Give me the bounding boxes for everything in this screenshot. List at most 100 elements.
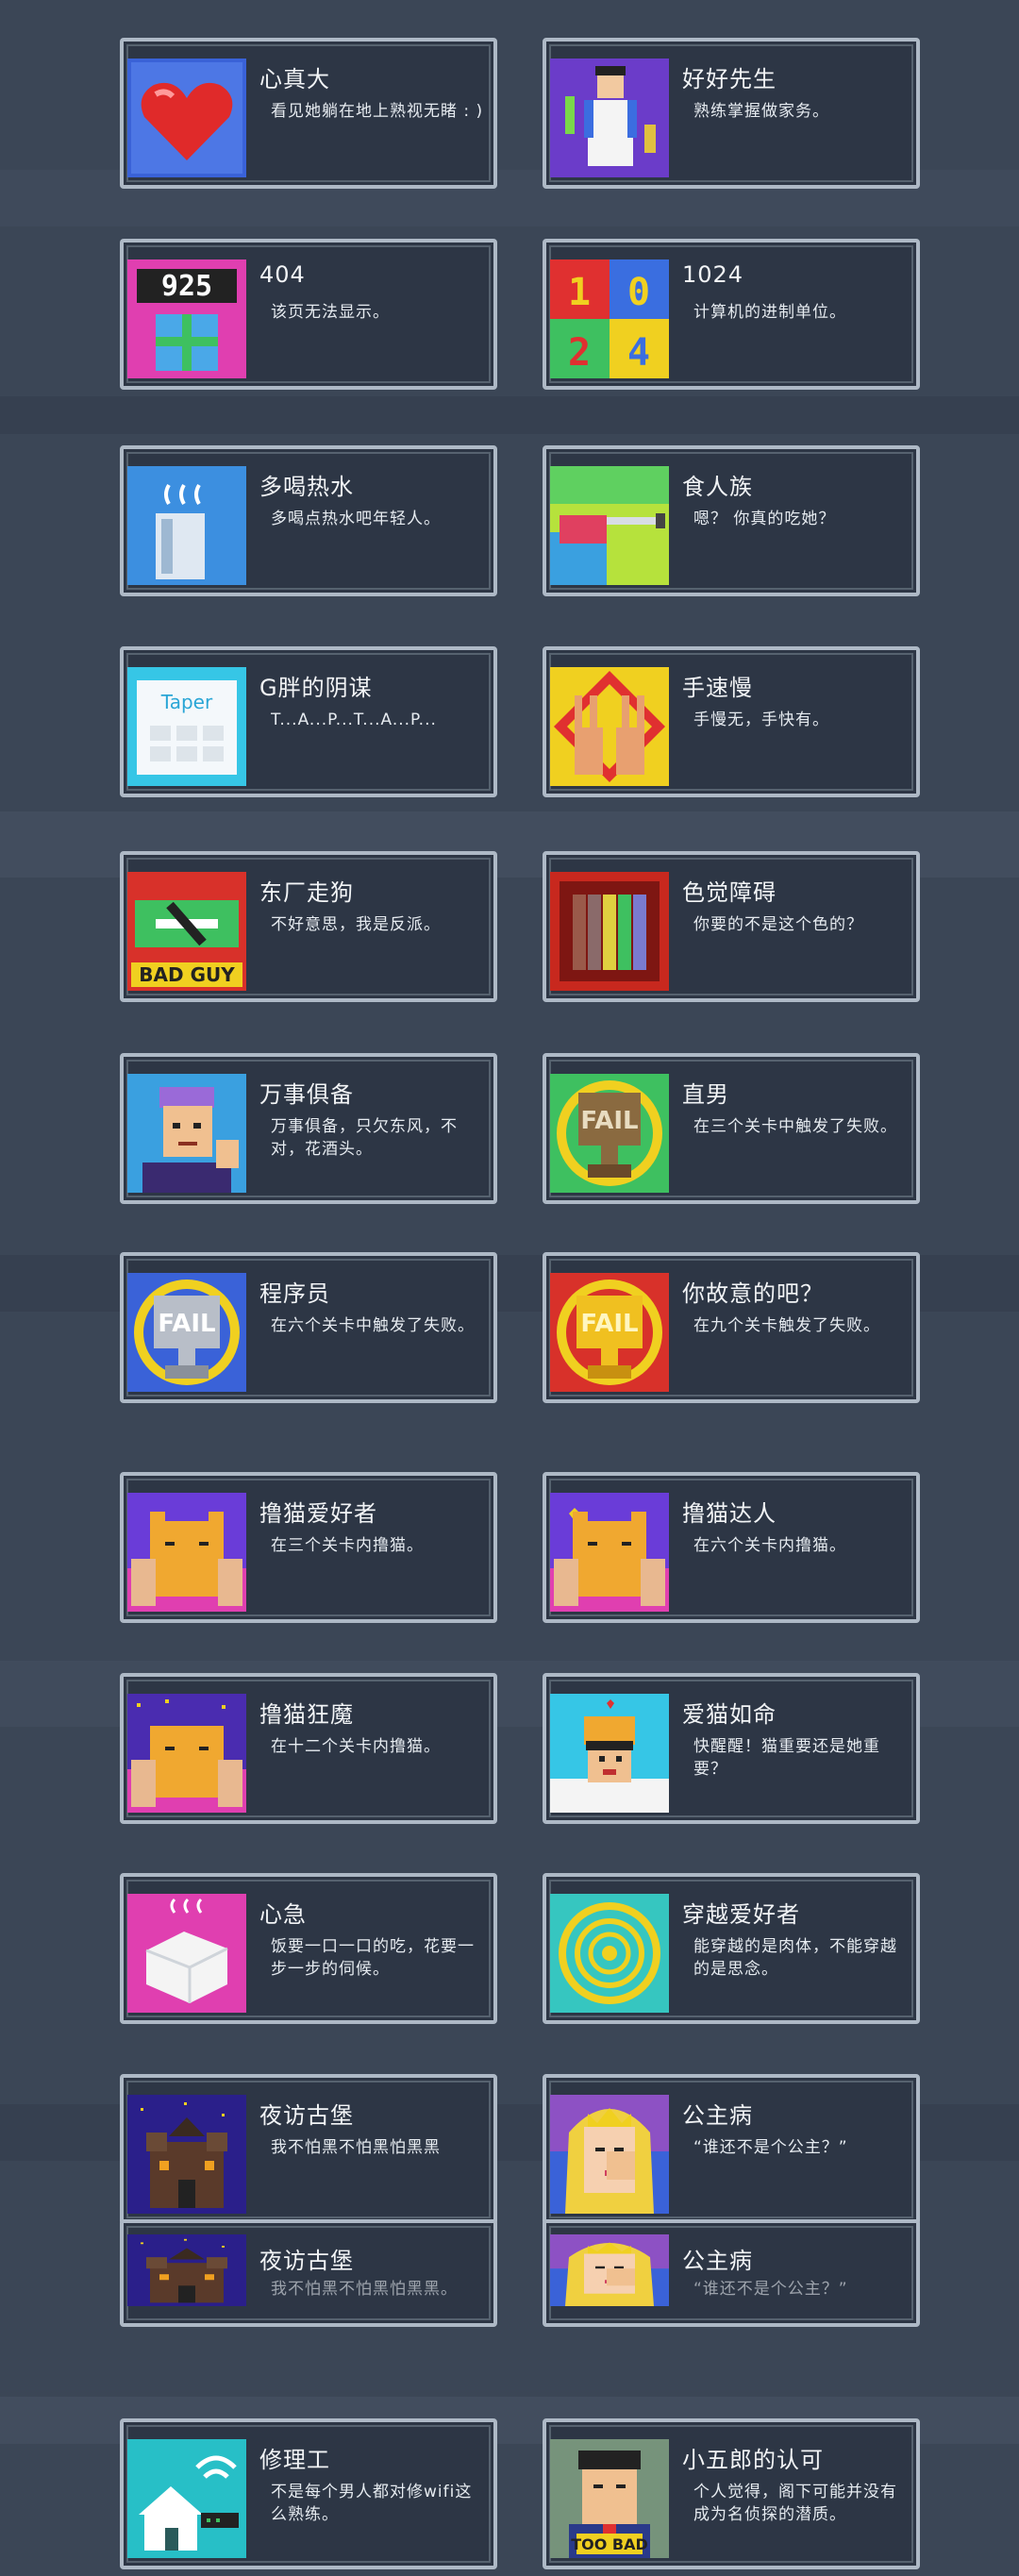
svg-text:4: 4 (627, 331, 650, 375)
achievement-description: T...A...P...T...A...P... (271, 711, 437, 729)
svg-text:0: 0 (627, 271, 650, 314)
wifi-house-icon (127, 2439, 246, 2558)
achievement-description: “谁还不是个公主？” (693, 2280, 848, 2299)
achievement-description: 看见她躺在地上熟视无睹 : ) (271, 102, 484, 121)
achievement-title: 爱猫如命 (682, 1701, 777, 1728)
castle-icon (127, 2234, 246, 2306)
achievement-title: 404 (259, 261, 306, 288)
peace-hands-icon (550, 667, 669, 786)
achievement-title: 多喝热水 (259, 474, 354, 500)
gift-925-icon: 925 (127, 259, 246, 378)
achievement-title: 夜访古堡 (259, 2248, 354, 2274)
svg-text:2: 2 (568, 331, 591, 375)
achievement-card[interactable]: 好好先生熟练掌握做家务。 (543, 38, 920, 189)
achievement-card[interactable]: 食人族 嗯？ 你真的吃她？ (543, 445, 920, 596)
achievement-description: 不好意思，我是反派。 (271, 915, 441, 934)
cat-stars-icon (127, 1694, 246, 1813)
achievement-description: 在十二个关卡内撸猫。 (271, 1737, 441, 1756)
achievement-title: 你故意的吧？ (682, 1280, 824, 1307)
taper-card-icon: Taper (127, 667, 246, 786)
achievement-card[interactable]: Taper G胖的阴谋 T...A...P...T...A...P... (120, 646, 497, 797)
achievement-description: 在三个关卡中触发了失败。 (693, 1117, 897, 1136)
color-bars-icon (550, 872, 669, 991)
achievement-description: 在六个关卡中触发了失败。 (271, 1316, 475, 1335)
knife-food-icon (550, 466, 669, 585)
silver-fail-trophy-icon: FAIL (127, 1273, 246, 1392)
achievement-title: 1024 (682, 261, 744, 288)
bronze-fail-trophy-icon: FAIL (550, 1074, 669, 1193)
achievement-card[interactable]: 穿越爱好者能穿越的是肉体，不能穿越的是思念。 (543, 1873, 920, 2024)
achievement-card[interactable]: 心真大看见她躺在地上熟视无睹 : ) (120, 38, 497, 189)
achievement-title: 撸猫爱好者 (259, 1500, 377, 1527)
achievement-description: 万事俱备，只欠东风，不对，花酒头。 (271, 1117, 458, 1159)
achievement-card[interactable]: 撸猫达人在六个关卡内撸猫。 (543, 1472, 920, 1623)
achievement-card[interactable]: 万事俱备万事俱备，只欠东风，不对，花酒头。 (120, 1053, 497, 1204)
achievement-title: 穿越爱好者 (682, 1901, 800, 1928)
achievement-card[interactable]: FAIL 程序员在六个关卡中触发了失败。 (120, 1252, 497, 1403)
achievement-description: 熟练掌握做家务。 (693, 102, 829, 121)
achievement-card[interactable]: 色觉障碍你要的不是这个色的？ (543, 851, 920, 1002)
achievement-description: 该页无法显示。 (271, 303, 390, 322)
princess-icon (550, 2234, 669, 2306)
achievement-title: 食人族 (682, 474, 753, 500)
achievement-title: 色觉障碍 (682, 879, 777, 906)
achievement-title: 直男 (682, 1081, 729, 1108)
achievement-description: 能穿越的是肉体，不能穿越的是思念。 (693, 1937, 897, 1979)
too-bad-icon: TOO BAD (550, 2439, 669, 2558)
tofu-icon (127, 1894, 246, 2013)
achievement-title: 东厂走狗 (259, 879, 354, 906)
achievement-card[interactable]: 夜访古堡我不怕黑不怕黑怕黑黑。 (120, 2219, 497, 2327)
achievement-title: 公主病 (682, 2102, 753, 2129)
cat-heart-icon (550, 1493, 669, 1612)
achievement-description: 我不怕黑不怕黑怕黑黑 (271, 2138, 441, 2157)
achievement-title: G胖的阴谋 (259, 675, 373, 701)
achievement-card[interactable]: 爱猫如命快醒醒！猫重要还是她重要？ (543, 1673, 920, 1824)
achievement-description: 个人觉得，阁下可能并没有成为名侦探的潜质。 (693, 2483, 897, 2524)
achievement-card[interactable]: FAIL 直男在三个关卡中触发了失败。 (543, 1053, 920, 1204)
achievement-description: 不是每个男人都对修wifi这么熟练。 (271, 2483, 473, 2524)
cat-on-head-icon (550, 1694, 669, 1813)
svg-text:Taper: Taper (160, 691, 213, 713)
achievement-title: 小五郎的认可 (682, 2447, 824, 2473)
achievement-description: 我不怕黑不怕黑怕黑黑。 (271, 2280, 458, 2299)
svg-text:FAIL: FAIL (158, 1310, 215, 1338)
achievement-card[interactable]: 心急 饭要一口一口的吃，花要一步一步的伺候。 (120, 1873, 497, 2024)
achievement-title: 撸猫狂魔 (259, 1701, 354, 1728)
achievement-card[interactable]: 修理工 不是每个男人都对修wifi这么熟练。 (120, 2418, 497, 2569)
achievement-title: 心急 (259, 1901, 307, 1928)
achievement-card[interactable]: 公主病 “谁还不是个公主？” (543, 2074, 920, 2225)
achievement-title: 万事俱备 (259, 1081, 354, 1108)
achievement-title: 撸猫达人 (682, 1500, 777, 1527)
achievement-title: 心真大 (259, 66, 330, 92)
svg-text:FAIL: FAIL (580, 1310, 638, 1338)
castle-icon (127, 2095, 246, 2214)
achievement-description: 在九个关卡触发了失败。 (693, 1316, 880, 1335)
achievement-description: 在六个关卡内撸猫。 (693, 1536, 846, 1555)
achievement-description: 计算机的进制单位。 (693, 303, 846, 322)
achievement-description: 快醒醒！猫重要还是她重要？ (693, 1737, 880, 1779)
old-man-icon (127, 1074, 246, 1193)
achievement-description: 你要的不是这个色的？ (693, 915, 863, 934)
achievement-card[interactable]: 公主病 “谁还不是个公主？” (543, 2219, 920, 2327)
achievement-card[interactable]: 1 0 2 4 1024 计算机的进制单位。 (543, 239, 920, 390)
svg-text:FAIL: FAIL (580, 1107, 638, 1135)
heart-icon (127, 59, 246, 177)
achievement-card[interactable]: TOO BAD 小五郎的认可个人觉得，阁下可能并没有成为名侦探的潜质。 (543, 2418, 920, 2569)
achievement-description: 在三个关卡内撸猫。 (271, 1536, 424, 1555)
svg-text:BAD GUY: BAD GUY (139, 963, 235, 986)
achievement-title: 好好先生 (682, 66, 777, 92)
achievement-card[interactable]: 手速慢手慢无，手快有。 (543, 646, 920, 797)
princess-icon (550, 2095, 669, 2214)
achievement-card[interactable]: FAIL 你故意的吧？ 在九个关卡触发了失败。 (543, 1252, 920, 1403)
achievement-card[interactable]: BAD GUY 东厂走狗不好意思，我是反派。 (120, 851, 497, 1002)
achievement-title: 程序员 (259, 1280, 330, 1307)
achievement-card[interactable]: 925 404 该页无法显示。 (120, 239, 497, 390)
achievement-title: 手速慢 (682, 675, 753, 701)
achievement-card[interactable]: 撸猫狂魔在十二个关卡内撸猫。 (120, 1673, 497, 1824)
achievement-card[interactable]: 撸猫爱好者在三个关卡内撸猫。 (120, 1472, 497, 1623)
portal-icon (550, 1894, 669, 2013)
achievement-grid: 心真大看见她躺在地上熟视无睹 : ) 好好先生熟练掌握做家务。 925 404 该页无法… (0, 0, 1019, 2576)
achievement-card[interactable]: 多喝热水 多喝点热水吧年轻人。 (120, 445, 497, 596)
achievement-card[interactable]: 夜访古堡 我不怕黑不怕黑怕黑黑 (120, 2074, 497, 2225)
achievement-description: 手慢无，手快有。 (693, 711, 829, 729)
